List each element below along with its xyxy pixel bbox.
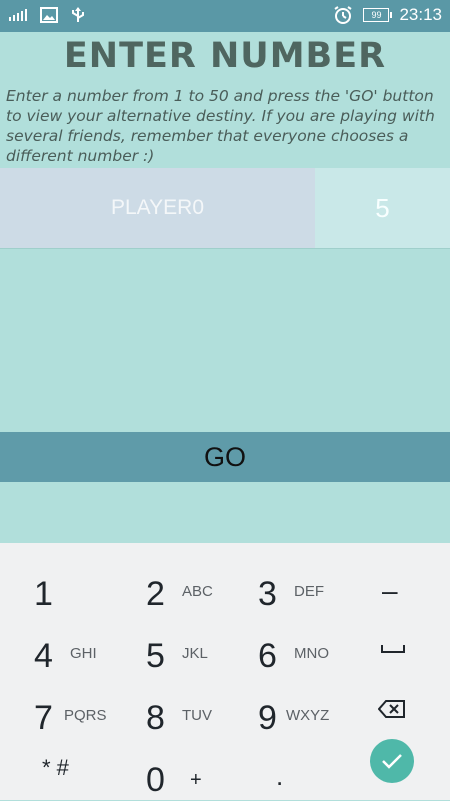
status-icons-right: 99 23:13: [333, 5, 442, 25]
key-letters: JKL: [182, 645, 208, 662]
key-digit: 9: [258, 699, 277, 737]
key-digit: 1: [34, 575, 53, 613]
backspace-icon: [378, 700, 405, 718]
alarm-icon: [334, 6, 353, 24]
key-1[interactable]: 1: [0, 553, 112, 615]
numeric-keyboard: 1 2 ABC 3 DEF – 4 GHI 5 JKL 6 MNO 7 PQRS…: [0, 543, 450, 800]
usb-icon: [72, 7, 84, 22]
key-letters: +: [190, 769, 202, 791]
key-digit: 5: [146, 637, 165, 675]
minus-key[interactable]: –: [338, 553, 450, 615]
key-2[interactable]: 2 ABC: [112, 553, 224, 615]
row-divider: [0, 248, 450, 249]
key-digit: 2: [146, 575, 165, 613]
key-8[interactable]: 8 TUV: [112, 677, 224, 739]
star-hash-key[interactable]: * #: [0, 739, 112, 801]
key-letters: WXYZ: [286, 707, 330, 724]
key-digit: 8: [146, 699, 165, 737]
minus-symbol: –: [382, 575, 398, 606]
key-digit: 4: [34, 637, 53, 675]
signal-icon: [9, 9, 27, 21]
status-icons-left: [8, 6, 86, 24]
key-letters: MNO: [294, 645, 329, 662]
status-time: 23:13: [399, 5, 442, 24]
player-number-input[interactable]: 5: [315, 168, 450, 248]
player-row: PLAYER0 5: [0, 168, 450, 248]
key-digit: 0: [146, 761, 165, 799]
key-0[interactable]: 0 +: [112, 739, 224, 801]
page-title: ENTER NUMBER: [63, 36, 387, 76]
battery-icon: 99: [363, 8, 393, 22]
player-name-field[interactable]: PLAYER0: [0, 168, 315, 248]
go-button[interactable]: GO: [0, 432, 450, 482]
backspace-key[interactable]: [338, 677, 450, 739]
key-letters: PQRS: [64, 707, 107, 724]
dot-key[interactable]: .: [224, 739, 336, 801]
key-letters: TUV: [182, 707, 212, 724]
battery-level: 99: [371, 10, 382, 20]
status-bar: 99 23:13: [0, 0, 450, 32]
key-7[interactable]: 7 PQRS: [0, 677, 112, 739]
confirm-button[interactable]: [370, 739, 414, 783]
space-key[interactable]: [338, 615, 450, 677]
key-6[interactable]: 6 MNO: [224, 615, 336, 677]
key-4[interactable]: 4 GHI: [0, 615, 112, 677]
key-digit: 3: [258, 575, 277, 613]
key-letters: DEF: [294, 583, 324, 600]
dot-symbol: .: [276, 761, 284, 791]
image-notification-icon: [40, 7, 58, 23]
key-3[interactable]: 3 DEF: [224, 553, 336, 615]
key-digit: 6: [258, 637, 277, 675]
key-digit: 7: [34, 699, 53, 737]
checkmark-icon: [382, 754, 402, 769]
key-letters: GHI: [70, 645, 97, 662]
star-hash-symbol: * #: [42, 755, 69, 780]
key-9[interactable]: 9 WXYZ: [224, 677, 336, 739]
instructions-text: Enter a number from 1 to 50 and press th…: [6, 87, 435, 165]
key-letters: ABC: [182, 583, 213, 600]
space-icon: [381, 645, 405, 653]
key-5[interactable]: 5 JKL: [112, 615, 224, 677]
